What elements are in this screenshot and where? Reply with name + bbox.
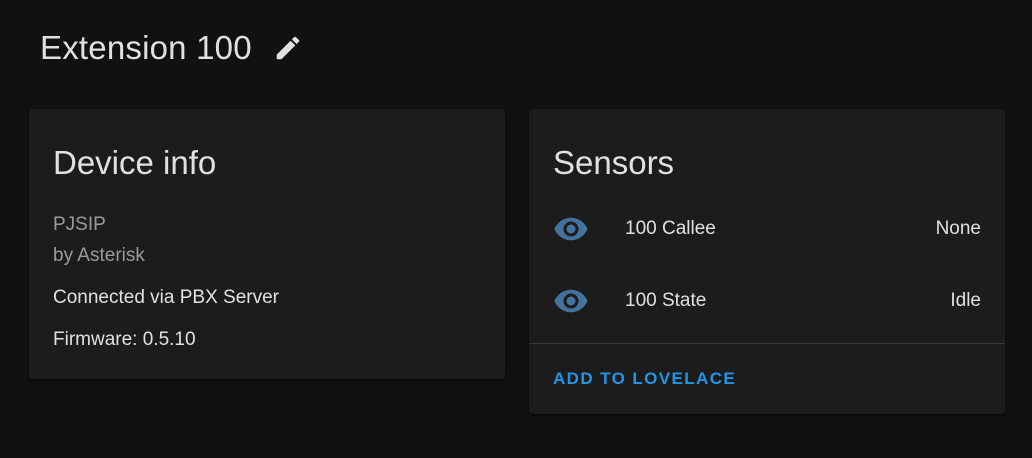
eye-icon	[553, 215, 589, 243]
add-to-lovelace-button[interactable]: ADD TO LOVELACE	[541, 363, 748, 395]
page: Extension 100 Device info PJSIP by Aster…	[0, 0, 1032, 458]
device-info-card: Device info PJSIP by Asterisk Connected …	[29, 109, 505, 379]
card-actions-divider	[529, 343, 1005, 344]
sensor-row-callee[interactable]: 100 Callee None	[529, 205, 1005, 253]
page-header: Extension 100	[40, 26, 304, 70]
eye-icon	[553, 287, 589, 315]
device-model: PJSIP	[53, 214, 106, 235]
firmware-version: Firmware: 0.5.10	[53, 329, 196, 350]
edit-name-button[interactable]	[272, 32, 304, 64]
sensor-value: Idle	[950, 290, 981, 311]
sensor-name: 100 Callee	[625, 218, 716, 239]
sensors-title: Sensors	[553, 144, 675, 181]
device-info-title: Device info	[53, 144, 217, 181]
pencil-icon	[276, 36, 300, 60]
sensor-name: 100 State	[625, 290, 707, 311]
sensor-value: None	[935, 218, 981, 239]
sensor-row-state[interactable]: 100 State Idle	[529, 277, 1005, 325]
sensors-card: Sensors 100 Callee None 100 State Idle A…	[529, 109, 1005, 414]
device-manufacturer: by Asterisk	[53, 245, 145, 266]
connected-via: Connected via PBX Server	[53, 287, 280, 308]
page-title: Extension 100	[40, 29, 252, 66]
